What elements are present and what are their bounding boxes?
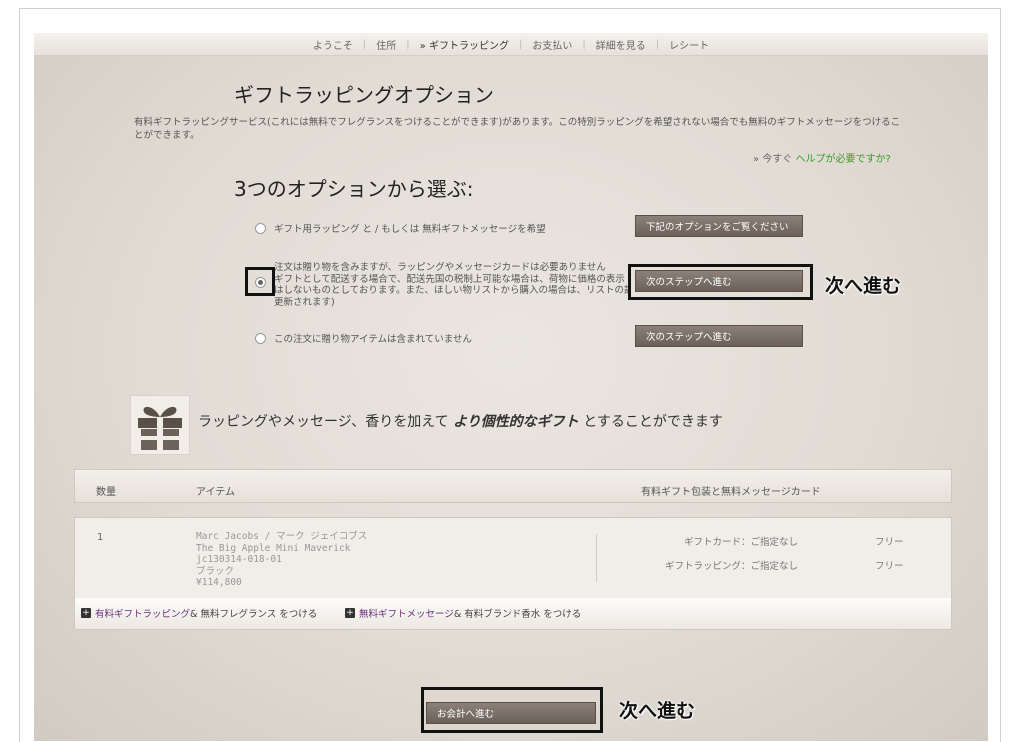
cart-item-row: 1 Marc Jacobs / マーク ジェイコブス The Big Apple… <box>74 517 952 630</box>
item-description: Marc Jacobs / マーク ジェイコブス The Big Apple M… <box>196 531 368 588</box>
header-giftwrap: 有料ギフト包装と無料メッセージカード <box>641 487 821 498</box>
nav-step-giftwrap[interactable]: » ギフトラッピング <box>410 37 519 52</box>
header-qty: 数量 <box>96 487 116 498</box>
option-1-text: ギフト用ラッピング と / もしくは 無料ギフトメッセージを希望 <box>274 224 546 235</box>
gift-box-icon <box>130 395 190 455</box>
gift-wrap-label: ギフトラッピング：ご指定なし <box>664 561 798 572</box>
plus-icon[interactable]: + <box>345 608 355 618</box>
gift-wrap-price: フリー <box>875 561 904 572</box>
help-line: » 今すぐ ヘルプが必要ですか? <box>753 150 891 165</box>
checkout-button[interactable]: お会計へ進む <box>426 702 596 724</box>
gift-tagline: ラッピングやメッセージ、香りを加えて より個性的なギフト とすることができます <box>198 414 723 430</box>
option-3-radio-icon[interactable] <box>255 333 266 344</box>
gift-extras-bar: + 有料ギフトラッピング & 無料フレグランス をつける + 無料ギフトメッセー… <box>75 598 951 629</box>
add-message-link[interactable]: 無料ギフトメッセージ <box>359 606 454 620</box>
header-item: アイテム <box>196 487 235 498</box>
option-1-view-options-button[interactable]: 下記のオプションをご覧ください <box>635 215 803 237</box>
checkout-panel: ようこそ | 住所 | » ギフトラッピング | お支払い | 詳細を見る | … <box>34 33 988 741</box>
item-qty: 1 <box>97 532 104 543</box>
plus-icon[interactable]: + <box>81 608 91 618</box>
checkout-steps-nav: ようこそ | 住所 | » ギフトラッピング | お支払い | 詳細を見る | … <box>34 33 988 56</box>
option-2-radio-icon[interactable] <box>255 277 266 288</box>
option-2-next-step-button[interactable]: 次のステップへ進む <box>635 270 803 292</box>
intro-text: 有料ギフトラッピングサービス(これには無料でフレグランスをつけることができます)… <box>134 117 901 141</box>
nav-step-address[interactable]: 住所 <box>366 37 406 52</box>
add-giftwrap-option[interactable]: + 有料ギフトラッピング & 無料フレグランス をつける <box>81 606 317 620</box>
gift-card-label: ギフトカード：ご指定なし <box>683 537 798 548</box>
option-3-text: この注文に贈り物アイテムは含まれていません <box>274 334 472 345</box>
next-annotation-1: 次へ進む <box>825 275 902 297</box>
nav-step-payment[interactable]: お支払い <box>522 37 582 52</box>
help-prefix: » 今すぐ <box>753 154 793 165</box>
option-1-radio-icon[interactable] <box>255 223 266 234</box>
choose-options-title: 3つのオプションから選ぶ: <box>234 177 474 201</box>
option-2-text: 注文は贈り物を含みますが、ラッピングやメッセージカードは必要ありません ギフトと… <box>274 262 629 308</box>
add-message-option[interactable]: + 無料ギフトメッセージ & 有料ブランド香水 をつける <box>345 606 581 620</box>
nav-step-welcome[interactable]: ようこそ <box>303 37 363 52</box>
gift-card-price: フリー <box>875 537 904 548</box>
help-link[interactable]: ヘルプが必要ですか? <box>795 154 890 165</box>
add-giftwrap-link[interactable]: 有料ギフトラッピング <box>95 606 190 620</box>
nav-step-details[interactable]: 詳細を見る <box>586 37 656 52</box>
page-title: ギフトラッピングオプション <box>234 83 494 107</box>
cart-table-header: 数量 アイテム 有料ギフト包装と無料メッセージカード <box>74 469 952 503</box>
option-3-next-step-button[interactable]: 次のステップへ進む <box>635 325 803 347</box>
next-annotation-2: 次へ進む <box>619 700 696 722</box>
nav-step-receipt[interactable]: レシート <box>659 37 719 52</box>
